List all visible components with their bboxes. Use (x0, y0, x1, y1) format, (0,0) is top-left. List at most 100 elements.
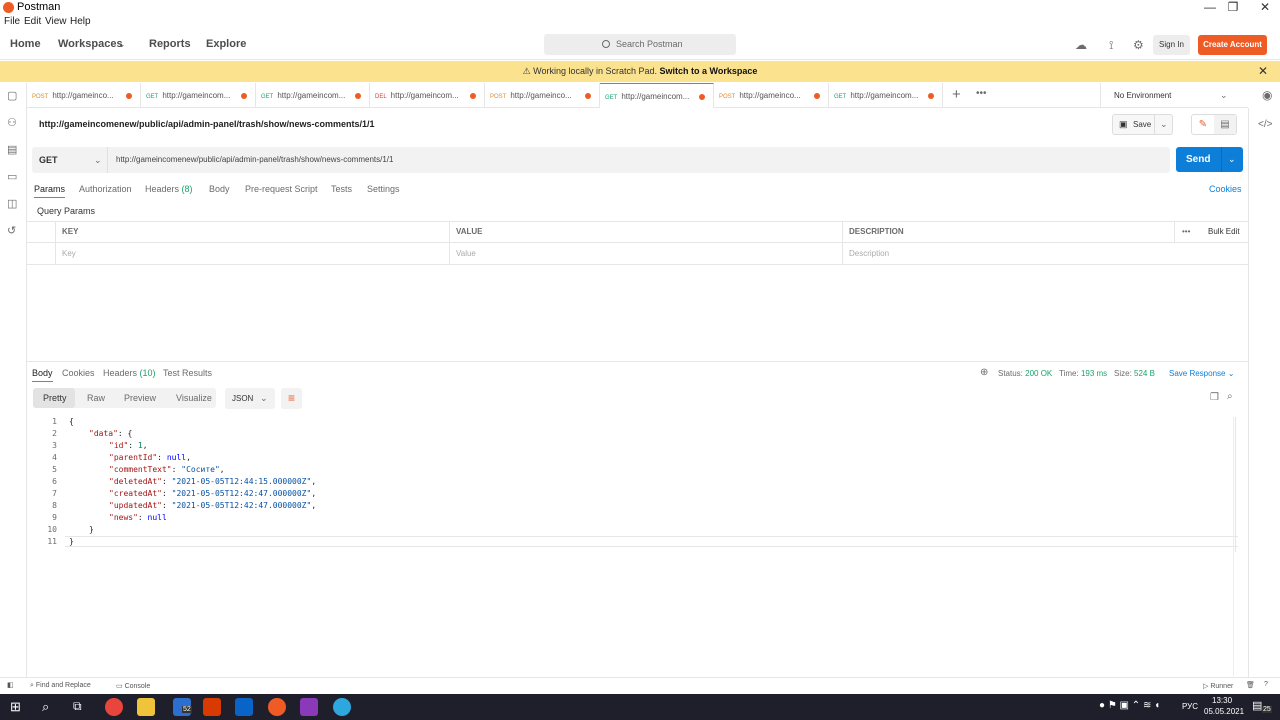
copy-icon[interactable]: ❐ (1210, 392, 1219, 403)
description-input[interactable]: Description (842, 243, 889, 264)
bulk-edit-button[interactable]: Bulk Edit (1201, 221, 1240, 242)
clock-date[interactable]: 05.05.2021 (1204, 707, 1244, 716)
nav-reports[interactable]: Reports (149, 38, 191, 50)
more-tabs-icon[interactable]: ••• (976, 88, 987, 99)
apis-icon[interactable]: ⚇ (7, 116, 17, 129)
preview-button[interactable]: Preview (124, 388, 156, 408)
nav-workspaces[interactable]: Workspaces (58, 38, 123, 50)
raw-button[interactable]: Raw (87, 388, 105, 408)
eye-icon[interactable]: ◉ (1262, 83, 1272, 108)
tab-tests[interactable]: Tests (331, 184, 352, 194)
language-indicator[interactable]: РУС (1182, 702, 1198, 711)
close-icon[interactable]: ✕ (1258, 61, 1268, 82)
mock-servers-icon[interactable]: ▭ (7, 170, 17, 183)
tab-headers[interactable]: Headers (8) (145, 184, 193, 194)
request-tab[interactable]: POST http://gameinco... (27, 83, 141, 108)
format-select[interactable]: JSON ⌄ (225, 388, 275, 409)
response-tab-body[interactable]: Body (32, 368, 53, 382)
comment-icon[interactable]: ▤ (1214, 115, 1236, 134)
monitors-icon[interactable]: ◫ (7, 197, 17, 210)
send-button[interactable]: Send ⌄ (1176, 147, 1243, 172)
wrap-lines-icon[interactable]: ≡ (281, 388, 302, 409)
mail-icon[interactable] (235, 698, 253, 716)
app-icon[interactable]: 52 (173, 698, 192, 716)
runner-button[interactable]: ▷ Runner (1203, 682, 1233, 690)
code-line: { (69, 417, 74, 426)
search-icon[interactable]: ⌕ (42, 699, 49, 715)
nav-home[interactable]: Home (10, 38, 41, 50)
search-icon[interactable]: ⌕ (1227, 391, 1233, 402)
cookies-link[interactable]: Cookies (1209, 184, 1242, 194)
gear-icon[interactable]: ⚙ (1133, 38, 1144, 52)
trash-icon[interactable]: 🗑 (1246, 681, 1255, 689)
request-title[interactable]: http://gameincomenew/public/api/admin-pa… (39, 119, 375, 129)
method-select[interactable]: GET ⌄ (32, 147, 108, 173)
key-input[interactable]: Key (55, 243, 76, 264)
response-tab-test-results[interactable]: Test Results (163, 368, 212, 378)
chevron-down-icon[interactable]: ⌄ (1228, 147, 1236, 172)
visualize-button[interactable]: Visualize (176, 388, 212, 408)
tab-authorization[interactable]: Authorization (79, 184, 132, 194)
tab-settings[interactable]: Settings (367, 184, 400, 194)
find-replace-button[interactable]: ⌕ Find and Replace (30, 682, 91, 690)
sign-in-button[interactable]: Sign In (1153, 35, 1190, 55)
more-options-icon[interactable]: ••• (1175, 221, 1190, 242)
notification-icon[interactable]: ▤ (1252, 699, 1262, 712)
console-button[interactable]: ▭ Console (116, 682, 150, 690)
office-icon[interactable] (203, 698, 221, 716)
value-input[interactable]: Value (449, 243, 476, 264)
maximize-button[interactable]: ❐ (1218, 0, 1248, 14)
chevron-down-icon[interactable]: ⌄ (118, 39, 126, 50)
response-body-editor[interactable]: 1 2 3 4 5 6 7 8 9 10 11 { "data": { "id"… (27, 417, 1248, 552)
windows-start-icon[interactable]: ⊞ (10, 699, 21, 715)
response-tab-cookies[interactable]: Cookies (62, 368, 95, 378)
scrollbar[interactable] (1233, 417, 1245, 676)
json-key: "id" (109, 441, 129, 450)
tab-params[interactable]: Params (34, 184, 66, 198)
search-input[interactable]: Search Postman (544, 34, 736, 55)
request-tab[interactable]: POST http://gameinco... (485, 83, 600, 108)
code-icon[interactable]: </> (1258, 119, 1272, 130)
history-icon[interactable]: ↺ (7, 224, 16, 237)
task-view-icon[interactable]: ⧉ (73, 699, 82, 714)
request-tab[interactable]: POST http://gameinco... (714, 83, 829, 108)
save-response-button[interactable]: Save Response ⌄ (1169, 369, 1234, 378)
chrome-icon[interactable] (105, 698, 123, 716)
menu-edit[interactable]: Edit (24, 16, 41, 27)
request-tab[interactable]: GET http://gameincom... (829, 83, 943, 108)
switch-workspace-link[interactable]: Switch to a Workspace (660, 66, 758, 76)
nav-explore[interactable]: Explore (206, 38, 246, 50)
cloud-sync-icon[interactable]: ☁ (1075, 38, 1087, 52)
create-account-button[interactable]: Create Account (1198, 35, 1267, 55)
collections-icon[interactable]: ▢ (7, 89, 17, 102)
request-tab[interactable]: GET http://gameincom... (141, 83, 256, 108)
clock-time[interactable]: 13:30 (1212, 696, 1232, 705)
sidebar-toggle-icon[interactable]: ◧ (7, 681, 14, 689)
phpstorm-icon[interactable] (300, 698, 318, 716)
request-tab[interactable]: DEL http://gameincom... (370, 83, 485, 108)
request-tab-active[interactable]: GET http://gameincom... (600, 83, 714, 108)
pretty-button[interactable]: Pretty (43, 388, 67, 408)
tab-method: GET (834, 94, 847, 100)
menu-file[interactable]: File (4, 16, 20, 27)
menu-help[interactable]: Help (70, 16, 91, 27)
pencil-icon[interactable]: ✎ (1192, 115, 1214, 134)
postman-taskbar-icon[interactable] (268, 698, 286, 716)
satellite-icon[interactable]: ⟟ (1109, 38, 1113, 53)
new-tab-icon[interactable]: + (952, 86, 961, 103)
tab-pre-request-script[interactable]: Pre-request Script (245, 184, 318, 194)
tray-icons[interactable]: ● ⚑ ▣ ⌃ ≋ ◖ (1099, 700, 1160, 711)
url-input[interactable]: http://gameincomenew/public/api/admin-pa… (116, 147, 393, 173)
save-button[interactable]: ▣ Save ⌄ (1112, 114, 1173, 135)
close-window-button[interactable]: ✕ (1250, 0, 1280, 14)
response-tab-headers[interactable]: Headers (10) (103, 368, 156, 378)
tab-body[interactable]: Body (209, 184, 230, 194)
menu-view[interactable]: View (45, 16, 67, 27)
help-icon[interactable]: ? (1264, 681, 1268, 688)
telegram-icon[interactable] (333, 698, 351, 716)
environment-selector[interactable]: No Environment ⌄ ◉ (1100, 83, 1272, 108)
file-explorer-icon[interactable] (137, 698, 155, 716)
request-tab[interactable]: GET http://gameincom... (256, 83, 370, 108)
environments-icon[interactable]: ▤ (7, 143, 17, 156)
chevron-down-icon[interactable]: ⌄ (1154, 115, 1168, 134)
